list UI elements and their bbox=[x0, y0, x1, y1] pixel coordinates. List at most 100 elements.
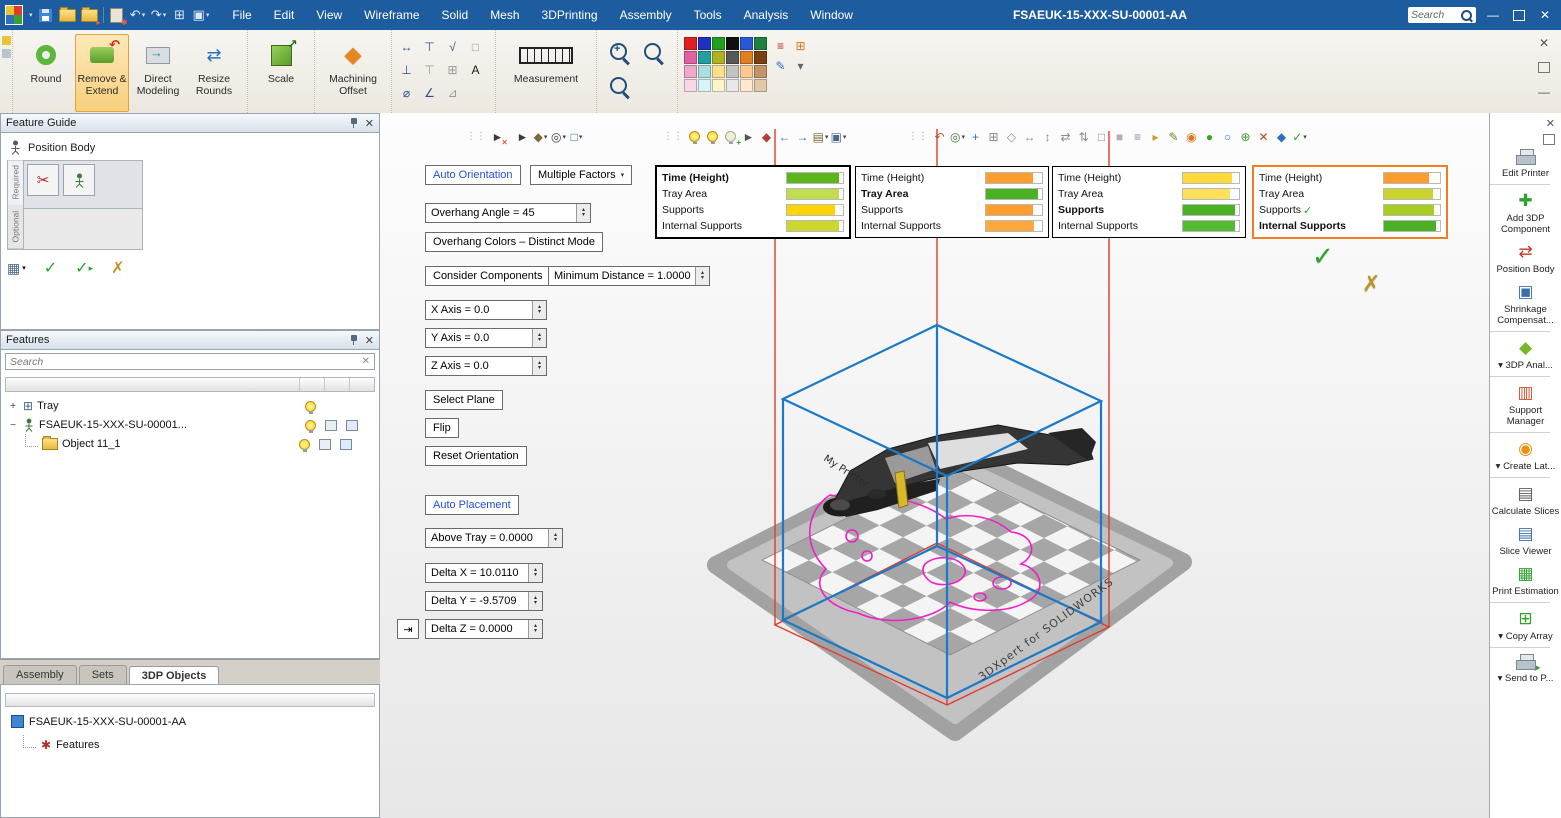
render-mode-icon[interactable]: ▣▾ bbox=[830, 128, 847, 145]
delta-lock-button[interactable]: ⇥ bbox=[397, 619, 419, 639]
add-point-icon[interactable]: ⊕ bbox=[1237, 128, 1254, 145]
circle-blue-icon[interactable]: ○ bbox=[1219, 128, 1236, 145]
3d-viewport[interactable]: My Printer 3DXpert for SOLIDWORKS ⋮⋮ ►✕►… bbox=[380, 113, 1489, 818]
pipette-icon[interactable]: ✎ bbox=[772, 57, 789, 74]
zoom-window-icon[interactable]: ◇ bbox=[1003, 128, 1020, 145]
color-swatch[interactable] bbox=[754, 51, 767, 64]
expander[interactable]: − bbox=[7, 420, 19, 431]
options-icon[interactable]: ▣▾ bbox=[193, 6, 210, 24]
close-icon[interactable]: ✕ bbox=[365, 117, 374, 130]
sidebar-item-3dp-anal[interactable]: ◆▾ 3DP Anal... bbox=[1490, 334, 1561, 374]
minimize-button[interactable]: — bbox=[1483, 6, 1503, 24]
menu-solid[interactable]: Solid bbox=[433, 5, 478, 25]
prev-view-icon[interactable]: ← bbox=[776, 128, 793, 145]
delta-z-spinner[interactable]: Delta Z = 0.0000 ▴▾ bbox=[425, 619, 543, 639]
hide-icon[interactable] bbox=[704, 128, 721, 145]
dim-datum-icon[interactable]: ⊤ bbox=[421, 61, 438, 78]
confirm-tools-icon[interactable]: ✓▾ bbox=[1291, 128, 1308, 145]
preview-button[interactable]: ▦▾ bbox=[7, 260, 26, 277]
undo-icon[interactable]: ↶▾ bbox=[130, 6, 146, 24]
orientation-factor-panel-2[interactable]: Time (Height)Tray AreaSupportsInternal S… bbox=[855, 166, 1049, 238]
optional-tab[interactable]: Optional bbox=[8, 205, 23, 250]
pick-target-icon[interactable]: ◎▾ bbox=[550, 128, 567, 145]
menu-wireframe[interactable]: Wireframe bbox=[355, 5, 428, 25]
color-swatch[interactable] bbox=[726, 65, 739, 78]
dim-check-icon[interactable]: √ bbox=[444, 38, 461, 55]
line-colors-icon[interactable]: ≡ bbox=[772, 37, 789, 54]
spinner-arrows[interactable]: ▴▾ bbox=[528, 564, 542, 582]
scale-button[interactable]: Scale bbox=[254, 34, 308, 112]
select-box-icon[interactable] bbox=[340, 439, 352, 450]
redline-icon[interactable]: ◆ bbox=[758, 128, 775, 145]
close-sidebar-icon[interactable]: ✕ bbox=[1546, 117, 1555, 130]
select-filter-icon[interactable]: ◆▾ bbox=[532, 128, 549, 145]
reset-orientation-button[interactable]: Reset Orientation bbox=[425, 446, 527, 466]
y-axis-spinner[interactable]: Y Axis = 0.0 ▴▾ bbox=[425, 328, 547, 348]
consider-components-button[interactable]: Consider Components bbox=[425, 266, 550, 286]
sidebar-item-send-to-p[interactable]: ▸▾ Send to P... bbox=[1490, 650, 1561, 687]
color-swatch[interactable] bbox=[726, 37, 739, 50]
show-box-icon[interactable] bbox=[319, 439, 331, 450]
sidebar-item-edit-printer[interactable]: Edit Printer bbox=[1490, 145, 1561, 182]
minimum-distance-spinner[interactable]: Minimum Distance = 1.0000 ▴▾ bbox=[548, 266, 710, 286]
clear-search-icon[interactable]: ✕ bbox=[362, 356, 370, 367]
restore-button[interactable] bbox=[1509, 6, 1529, 24]
assembly-features-row[interactable]: ✱ Features bbox=[23, 735, 99, 754]
feature-guide-header[interactable]: Feature Guide ✕ bbox=[1, 114, 379, 133]
select-box-icon[interactable] bbox=[346, 420, 358, 431]
show-only-icon[interactable]: + bbox=[722, 128, 739, 145]
visibility-bulb-icon[interactable] bbox=[305, 401, 316, 412]
tree-row-component[interactable]: − FSAEUK-15-XXX-SU-00001... bbox=[7, 416, 375, 434]
dim-diameter-icon[interactable]: ⌀ bbox=[398, 84, 415, 101]
zoom-window-button[interactable] bbox=[637, 36, 671, 70]
orientation-factor-panel-4[interactable]: Time (Height)Tray AreaSupports✓Internal … bbox=[1252, 165, 1448, 239]
show-all-icon[interactable] bbox=[686, 128, 703, 145]
spinner-arrows[interactable]: ▴▾ bbox=[695, 267, 709, 285]
sidebar-item-slice-viewer[interactable]: ▤Slice Viewer bbox=[1490, 520, 1561, 560]
dim-ordinate-icon[interactable]: ⊤ bbox=[421, 38, 438, 55]
sidebar-item-add-3dp-component[interactable]: ✚Add 3DP Component bbox=[1490, 187, 1561, 238]
expander[interactable]: + bbox=[7, 401, 19, 412]
sidebar-item-print-estimation[interactable]: ▦Print Estimation bbox=[1490, 560, 1561, 600]
select-visible-icon[interactable]: ► bbox=[740, 128, 757, 145]
required-tab[interactable]: Required bbox=[8, 161, 23, 205]
brush-options-icon[interactable]: ▾ bbox=[792, 57, 809, 74]
redo-icon[interactable]: ↷▾ bbox=[151, 6, 167, 24]
color-swatch[interactable] bbox=[684, 37, 697, 50]
spinner-arrows[interactable]: ▴▾ bbox=[528, 592, 542, 610]
text-icon[interactable]: A bbox=[467, 61, 484, 78]
machining-offset-button[interactable]: ◆ Machining Offset bbox=[321, 34, 385, 112]
flip-button[interactable]: Flip bbox=[425, 418, 459, 438]
table-icon[interactable]: ⊞ bbox=[172, 6, 188, 24]
auto-placement-button[interactable]: Auto Placement bbox=[425, 495, 519, 515]
select-icon[interactable]: ► bbox=[514, 128, 531, 145]
logo-dropdown-icon[interactable]: ▾ bbox=[29, 11, 33, 19]
orientation-factor-panel-1[interactable]: Time (Height)Tray AreaSupportsInternal S… bbox=[655, 165, 851, 239]
open-icon[interactable] bbox=[59, 6, 76, 24]
color-swatch[interactable] bbox=[726, 79, 739, 92]
layers-icon[interactable]: ▤▾ bbox=[812, 128, 829, 145]
deselect-all-icon[interactable]: ►✕ bbox=[489, 128, 506, 145]
position-option-button[interactable] bbox=[63, 164, 95, 196]
dim-linear-icon[interactable]: ↔ bbox=[398, 38, 415, 55]
menu-window[interactable]: Window bbox=[801, 5, 862, 25]
select-body-button[interactable]: ✂ bbox=[27, 164, 59, 196]
view-box-icon[interactable]: □ bbox=[1093, 128, 1110, 145]
dim-note-icon[interactable]: ⊿ bbox=[444, 84, 461, 101]
pin-icon[interactable] bbox=[349, 117, 359, 130]
close-button[interactable]: ✕ bbox=[1535, 6, 1555, 24]
sketch-pencil-icon[interactable]: ✎ bbox=[1165, 128, 1182, 145]
z-axis-spinner[interactable]: Z Axis = 0.0 ▴▾ bbox=[425, 356, 547, 376]
accept-check-icon[interactable]: ✓ bbox=[1312, 241, 1334, 272]
measurement-button[interactable]: Measurement bbox=[502, 34, 590, 112]
tab-sets[interactable]: Sets bbox=[79, 665, 127, 684]
snap-green-icon[interactable]: ● bbox=[1201, 128, 1218, 145]
color-swatch[interactable] bbox=[712, 37, 725, 50]
edge-icon-yellow[interactable] bbox=[2, 36, 11, 45]
measure-blue-icon[interactable]: ◆ bbox=[1273, 128, 1290, 145]
ok-button[interactable]: ✓ bbox=[44, 258, 57, 278]
color-swatch[interactable] bbox=[712, 65, 725, 78]
color-swatch[interactable] bbox=[698, 79, 711, 92]
menu-assembly[interactable]: Assembly bbox=[611, 5, 681, 25]
spinner-arrows[interactable]: ▴▾ bbox=[532, 329, 546, 347]
